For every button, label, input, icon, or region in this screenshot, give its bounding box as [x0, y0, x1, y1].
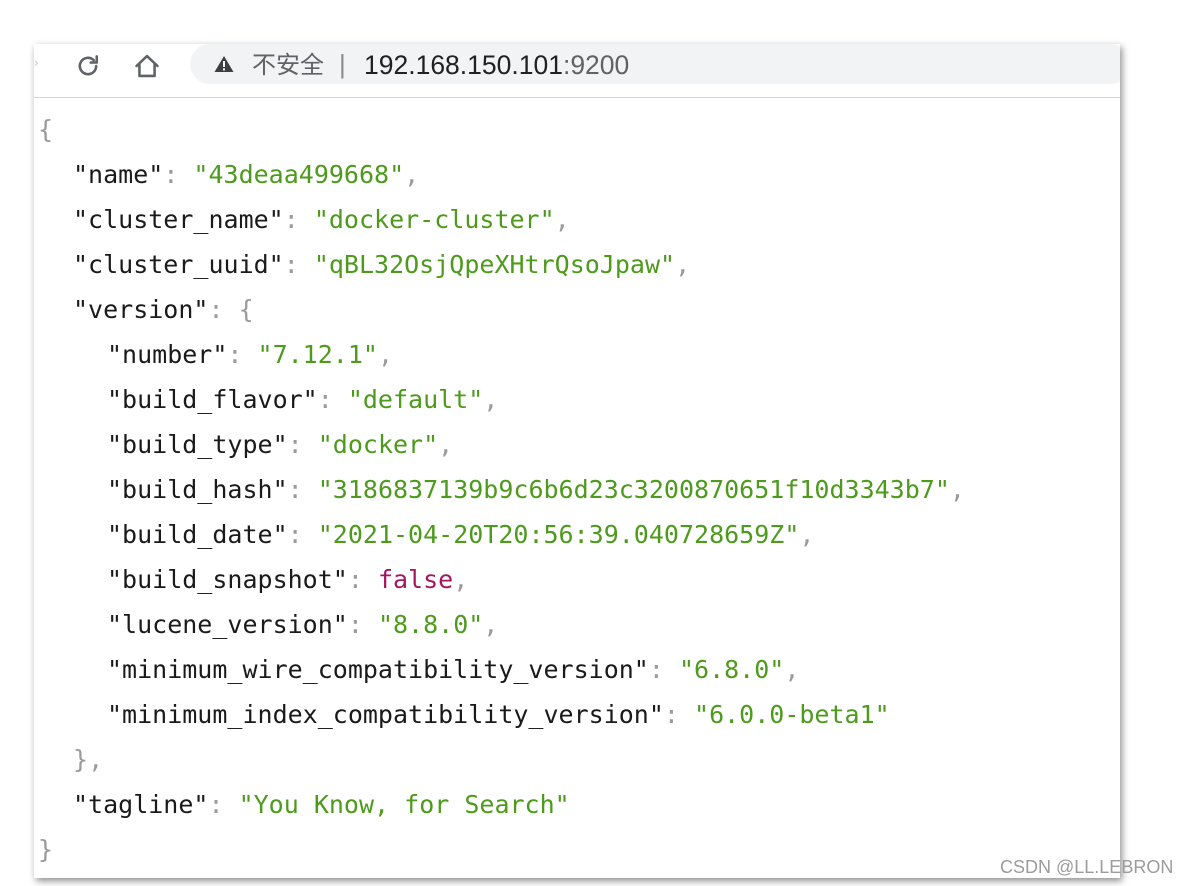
json-object-close: } [73, 745, 89, 774]
json-key: "cluster_name" [73, 205, 284, 234]
json-value: "qBL32OsjQpeXHtrQsoJpaw" [313, 250, 676, 279]
json-line-number: "number": "7.12.1", [107, 340, 394, 369]
json-key: "lucene_version" [107, 610, 348, 639]
json-value: "You Know, for Search" [238, 790, 570, 819]
json-key: "build_snapshot" [107, 565, 348, 594]
json-line-tagline: "tagline": "You Know, for Search" [73, 790, 570, 819]
json-value: "6.0.0-beta1" [694, 700, 890, 729]
json-value: "docker" [317, 430, 439, 459]
json-line-min-index: "minimum_index_compatibility_version": "… [107, 700, 890, 729]
json-object-open: { [238, 295, 254, 324]
json-close-brace: } [38, 835, 54, 864]
json-viewer: { "name": "43deaa499668", "cluster_name"… [34, 98, 1120, 878]
browser-window: › 不安全 | 192.168.150.101:9200 { "name": "… [34, 44, 1120, 878]
json-value: "2021-04-20T20:56:39.040728659Z" [317, 520, 800, 549]
json-open-brace: { [38, 115, 54, 144]
json-value: "3186837139b9c6b6d23c3200870651f10d3343b… [317, 475, 950, 504]
json-key: "name" [73, 160, 164, 189]
json-line-min-wire: "minimum_wire_compatibility_version": "6… [107, 655, 800, 684]
json-line-build-flavor: "build_flavor": "default", [107, 385, 499, 414]
json-value: "8.8.0" [377, 610, 484, 639]
warning-icon[interactable] [214, 55, 234, 73]
home-button[interactable] [129, 48, 165, 84]
url-text[interactable]: 192.168.150.101:9200 [364, 50, 629, 80]
json-value: "default" [347, 385, 484, 414]
json-key: "cluster_uuid" [73, 250, 284, 279]
watermark: CSDN @LL.LEBRON [1000, 857, 1174, 877]
address-bar[interactable]: 不安全 | 192.168.150.101:9200 [190, 44, 1120, 84]
json-line-name: "name": "43deaa499668", [73, 160, 420, 189]
json-line-build-hash: "build_hash": "3186837139b9c6b6d23c32008… [107, 475, 965, 504]
json-line-version-close: }, [73, 745, 104, 774]
url-separator: | [339, 49, 346, 79]
url-host: 192.168.150.101 [364, 50, 563, 80]
json-line-build-date: "build_date": "2021-04-20T20:56:39.04072… [107, 520, 815, 549]
json-key: "tagline" [73, 790, 209, 819]
browser-toolbar: › 不安全 | 192.168.150.101:9200 [34, 44, 1120, 98]
json-value: false [377, 565, 454, 594]
json-key: "number" [107, 340, 228, 369]
json-line-build-type: "build_type": "docker", [107, 430, 454, 459]
back-button-edge[interactable]: › [34, 56, 40, 70]
url-port: :9200 [562, 50, 630, 80]
json-value: "43deaa499668" [193, 160, 405, 189]
home-icon [135, 54, 159, 78]
json-value: "7.12.1" [257, 340, 378, 369]
json-line-lucene-version: "lucene_version": "8.8.0", [107, 610, 499, 639]
json-key: "minimum_wire_compatibility_version" [107, 655, 649, 684]
reload-button[interactable] [70, 48, 106, 84]
json-line-version: "version": { [73, 295, 254, 324]
json-key: "build_type" [107, 430, 288, 459]
json-value: "6.8.0" [678, 655, 785, 684]
json-line-cluster-name: "cluster_name": "docker-cluster", [73, 205, 570, 234]
json-key: "minimum_index_compatibility_version" [107, 700, 664, 729]
json-key: "version" [73, 295, 209, 324]
reload-icon [78, 55, 99, 76]
json-line-build-snapshot: "build_snapshot": false, [107, 565, 469, 594]
json-key: "build_flavor" [107, 385, 318, 414]
json-key: "build_date" [107, 520, 288, 549]
json-value: "docker-cluster" [313, 205, 555, 234]
security-status-label[interactable]: 不安全 [252, 50, 324, 80]
json-key: "build_hash" [107, 475, 288, 504]
json-line-cluster-uuid: "cluster_uuid": "qBL32OsjQpeXHtrQsoJpaw"… [73, 250, 691, 279]
